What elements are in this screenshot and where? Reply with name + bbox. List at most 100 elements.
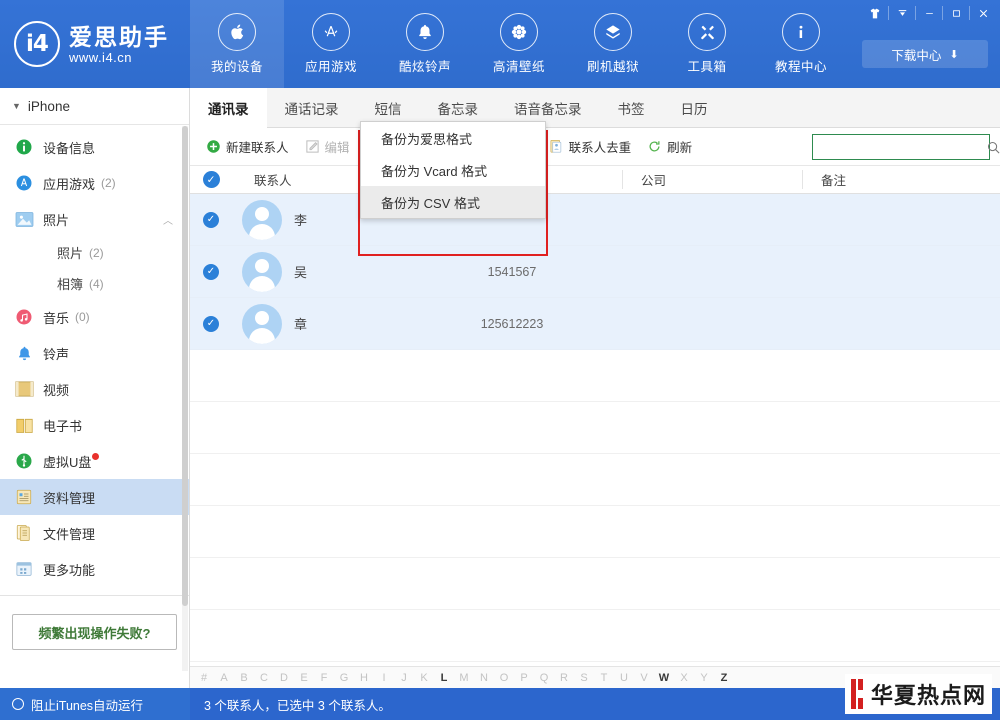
skin-icon[interactable]: [863, 2, 887, 24]
alpha-h[interactable]: H: [354, 672, 374, 684]
notification-dot: [92, 452, 100, 460]
nav-item-tutorials[interactable]: 教程中心: [754, 0, 848, 88]
sidebar-item-file-management[interactable]: 文件管理: [0, 515, 189, 551]
alpha-n[interactable]: N: [474, 672, 494, 684]
nav-label: 教程中心: [774, 60, 827, 74]
alpha-m[interactable]: M: [454, 672, 474, 684]
sidebar-item-ringtones[interactable]: 铃声: [0, 335, 189, 371]
sidebar-item-data-management[interactable]: 资料管理: [0, 479, 189, 515]
sidebar-subitem-count: (2): [89, 245, 104, 260]
watermark: 华夏热点网: [844, 674, 992, 714]
alpha-p[interactable]: P: [514, 672, 534, 684]
alpha-k[interactable]: K: [414, 672, 434, 684]
alpha-t[interactable]: T: [594, 672, 614, 684]
alpha-y[interactable]: Y: [694, 672, 714, 684]
download-icon: ⬇: [949, 48, 959, 61]
alpha-v[interactable]: V: [634, 672, 654, 684]
dedupe-label: 联系人去重: [568, 141, 632, 155]
sidebar-item-count: (0): [75, 310, 90, 324]
new-contact-button[interactable]: 新建联系人: [198, 134, 297, 160]
sidebar-scrollbar[interactable]: [182, 126, 188, 671]
sidebar-item-photos[interactable]: 照片 ︿: [0, 201, 189, 237]
column-header-note[interactable]: 备注: [802, 170, 1000, 189]
tab-contacts[interactable]: 通讯录: [190, 88, 267, 128]
alpha-r[interactable]: R: [554, 672, 574, 684]
nav-item-apps-games[interactable]: 应用游戏: [284, 0, 378, 88]
table-row[interactable]: ✓ 李: [190, 194, 1000, 246]
sidebar-item-music[interactable]: 音乐 (0): [0, 299, 189, 335]
window-controls: [862, 0, 996, 26]
alpha-a[interactable]: A: [214, 672, 234, 684]
close-icon[interactable]: [971, 2, 995, 24]
device-selector[interactable]: ▼ iPhone: [0, 88, 189, 125]
column-header-company[interactable]: 公司: [622, 170, 802, 189]
nav-item-ringtones[interactable]: 酷炫铃声: [378, 0, 472, 88]
tab-bar: 通讯录 通话记录 短信 备忘录 语音备忘录 书签 日历: [190, 88, 1000, 128]
sidebar-subitem-albums[interactable]: 相簿 (4): [0, 268, 189, 299]
operation-failed-button[interactable]: 频繁出现操作失败?: [12, 614, 177, 650]
maximize-icon[interactable]: [944, 2, 968, 24]
menu-item-backup-i4-format[interactable]: 备份为爱思格式: [361, 122, 545, 154]
refresh-button[interactable]: 刷新: [639, 134, 700, 160]
sidebar-subitem-photos[interactable]: 照片 (2): [0, 237, 189, 268]
sidebar-item-virtual-usb[interactable]: 虚拟U盘: [0, 443, 189, 479]
data-icon: [14, 487, 34, 507]
alpha-x[interactable]: X: [674, 672, 694, 684]
alpha-d[interactable]: D: [274, 672, 294, 684]
alpha-u[interactable]: U: [614, 672, 634, 684]
search-input[interactable]: [813, 135, 986, 159]
empty-rows: [190, 350, 1000, 662]
top-navigation: 我的设备 应用游戏 酷炫铃声 高清壁纸 刷机越狱 工具箱 教程中心: [190, 0, 848, 88]
tab-bookmarks[interactable]: 书签: [600, 88, 663, 127]
minimize-icon[interactable]: [917, 2, 941, 24]
alpha-o[interactable]: O: [494, 672, 514, 684]
tab-call-history[interactable]: 通话记录: [267, 88, 357, 127]
nav-item-wallpapers[interactable]: 高清壁纸: [472, 0, 566, 88]
brand-url: www.i4.cn: [69, 49, 133, 65]
alpha-z[interactable]: Z: [714, 672, 734, 684]
sidebar-item-ebooks[interactable]: 电子书: [0, 407, 189, 443]
sidebar-item-device-info[interactable]: 设备信息: [0, 129, 189, 165]
alpha-g[interactable]: G: [334, 672, 354, 684]
edit-button[interactable]: 编辑: [297, 134, 358, 160]
sidebar-item-label: 音乐: [43, 310, 70, 326]
empty-row: [190, 610, 1000, 662]
row-checkbox[interactable]: ✓: [190, 211, 232, 228]
alpha-hash[interactable]: #: [194, 672, 214, 684]
table-row[interactable]: ✓ 章 125612223: [190, 298, 1000, 350]
watermark-text: 华夏热点网: [870, 684, 986, 709]
alpha-s[interactable]: S: [574, 672, 594, 684]
empty-row: [190, 350, 1000, 402]
alpha-w[interactable]: W: [654, 672, 674, 684]
nav-item-toolbox[interactable]: 工具箱: [660, 0, 754, 88]
alpha-b[interactable]: B: [234, 672, 254, 684]
alpha-l[interactable]: L: [434, 672, 454, 684]
table-row[interactable]: ✓ 吴 1541567: [190, 246, 1000, 298]
menu-item-backup-csv-format[interactable]: 备份为 CSV 格式: [361, 186, 545, 218]
alpha-e[interactable]: E: [294, 672, 314, 684]
search-box[interactable]: [812, 134, 1000, 160]
alpha-j[interactable]: J: [394, 672, 414, 684]
sidebar: ▼ iPhone 设备信息 应用游戏 (2) 照片 ︿ 照片 (2) 相簿 (4…: [0, 88, 190, 688]
alpha-f[interactable]: F: [314, 672, 334, 684]
ringtone-bell-icon: [14, 343, 34, 363]
select-all-checkbox[interactable]: ✓: [190, 171, 232, 188]
row-checkbox[interactable]: ✓: [190, 315, 232, 332]
menu-icon[interactable]: [890, 2, 914, 24]
alpha-q[interactable]: Q: [534, 672, 554, 684]
menu-item-backup-vcard-format[interactable]: 备份为 Vcard 格式: [361, 154, 545, 186]
nav-item-my-device[interactable]: 我的设备: [190, 0, 284, 88]
alpha-i[interactable]: I: [374, 672, 394, 684]
search-icon[interactable]: [986, 140, 1000, 155]
music-icon: [14, 307, 34, 327]
block-itunes-toggle[interactable]: 阻止iTunes自动运行: [0, 688, 190, 720]
alpha-c[interactable]: C: [254, 672, 274, 684]
nav-item-flash-jailbreak[interactable]: 刷机越狱: [566, 0, 660, 88]
sidebar-item-apps-games[interactable]: 应用游戏 (2): [0, 165, 189, 201]
dedupe-button[interactable]: 联系人去重: [541, 134, 640, 160]
row-checkbox[interactable]: ✓: [190, 263, 232, 280]
sidebar-item-more-features[interactable]: 更多功能: [0, 551, 189, 587]
tab-calendar[interactable]: 日历: [663, 88, 726, 127]
download-center-button[interactable]: 下载中心 ⬇: [862, 40, 988, 68]
sidebar-item-videos[interactable]: 视频: [0, 371, 189, 407]
